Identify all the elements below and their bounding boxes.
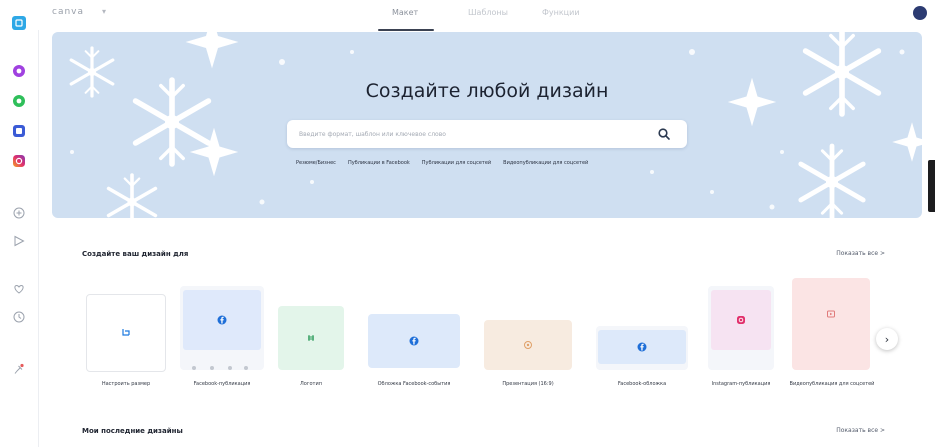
- suggestion-chip[interactable]: Резюме/Бизнес: [296, 160, 336, 166]
- presentation-icon: [524, 341, 532, 349]
- resize-icon: [122, 329, 130, 336]
- messenger-icon[interactable]: [10, 62, 28, 80]
- hero-search-box[interactable]: [287, 120, 687, 148]
- card-label: Презентация (16:9): [502, 381, 554, 387]
- app-sidebar: [0, 0, 39, 447]
- avatar[interactable]: [913, 6, 927, 20]
- search-icon[interactable]: [657, 127, 671, 141]
- card-thumbnail: [711, 290, 771, 350]
- card-label: Facebook-публикация: [193, 381, 251, 387]
- whatsapp-icon[interactable]: [10, 92, 28, 110]
- history-icon[interactable]: [10, 308, 28, 326]
- chevron-down-icon[interactable]: ▾: [102, 7, 106, 16]
- side-panel-handle[interactable]: [928, 160, 935, 212]
- design-card[interactable]: [368, 314, 460, 368]
- top-navigation-bar: canva ▾ Макет Шаблоны Функции: [38, 0, 935, 31]
- card-label: Видеопубликация для соцсетей: [789, 381, 875, 387]
- see-all-link[interactable]: Показать все >: [836, 427, 885, 434]
- send-icon[interactable]: [10, 232, 28, 250]
- design-card[interactable]: [86, 294, 166, 372]
- suggestion-chip[interactable]: Публикации для соцсетей: [422, 160, 491, 166]
- chevron-right-icon: ›: [884, 332, 890, 346]
- add-circle-icon[interactable]: [10, 204, 28, 222]
- suggestion-chip[interactable]: Публикации в Facebook: [348, 160, 410, 166]
- suggestion-chips: Резюме/Бизнес Публикации в Facebook Публ…: [296, 160, 588, 166]
- section-title-recent: Мои последние дизайны: [82, 427, 183, 435]
- card-thumbnail: [598, 330, 686, 364]
- card-label: Настроить размер: [101, 381, 151, 387]
- card-action-icons: [190, 356, 250, 370]
- hero-title: Создайте любой дизайн: [365, 80, 609, 102]
- card-thumbnail: [183, 290, 261, 350]
- instagram-icon[interactable]: [10, 152, 28, 170]
- instagram-icon: [737, 316, 745, 324]
- design-card[interactable]: [278, 306, 344, 370]
- hero-banner: Создайте любой дизайн Резюме/Бизнес Публ…: [52, 32, 922, 218]
- brand-logo[interactable]: canva: [52, 7, 84, 17]
- card-label: Логотип: [300, 381, 322, 387]
- card-thumbnail: [278, 306, 344, 370]
- section-title-create: Создайте ваш дизайн для: [82, 250, 189, 258]
- design-card[interactable]: [708, 286, 774, 370]
- app-home-icon[interactable]: [10, 14, 28, 32]
- card-label: Instagram-публикация: [711, 381, 771, 387]
- tab-features[interactable]: Функции: [542, 8, 580, 17]
- pin-icon[interactable]: [10, 360, 28, 378]
- suggestion-chip[interactable]: Видеопубликации для соцсетей: [503, 160, 588, 166]
- search-input[interactable]: [299, 120, 649, 148]
- design-card[interactable]: [792, 278, 870, 370]
- tab-layout[interactable]: Макет: [392, 8, 418, 17]
- facebook-icon: [217, 315, 227, 325]
- heart-icon[interactable]: [10, 280, 28, 298]
- design-card[interactable]: [596, 326, 688, 370]
- facebook-icon: [409, 336, 419, 346]
- active-tab-indicator: [378, 29, 434, 31]
- tab-templates[interactable]: Шаблоны: [468, 8, 508, 17]
- carousel-next-button[interactable]: ›: [876, 328, 898, 350]
- card-label: Facebook-обложка: [617, 381, 667, 387]
- logo-icon: [308, 335, 314, 341]
- card-thumbnail: [87, 295, 165, 371]
- chat-app-icon[interactable]: [10, 122, 28, 140]
- design-card[interactable]: [180, 286, 264, 370]
- facebook-icon: [637, 342, 647, 352]
- card-thumbnail: [368, 314, 460, 368]
- see-all-link[interactable]: Показать все >: [836, 250, 885, 257]
- card-thumbnail: [484, 320, 572, 370]
- card-thumbnail: [792, 278, 870, 350]
- design-card[interactable]: [484, 320, 572, 370]
- card-label: Обложка Facebook-события: [377, 381, 451, 387]
- video-icon: [827, 310, 835, 318]
